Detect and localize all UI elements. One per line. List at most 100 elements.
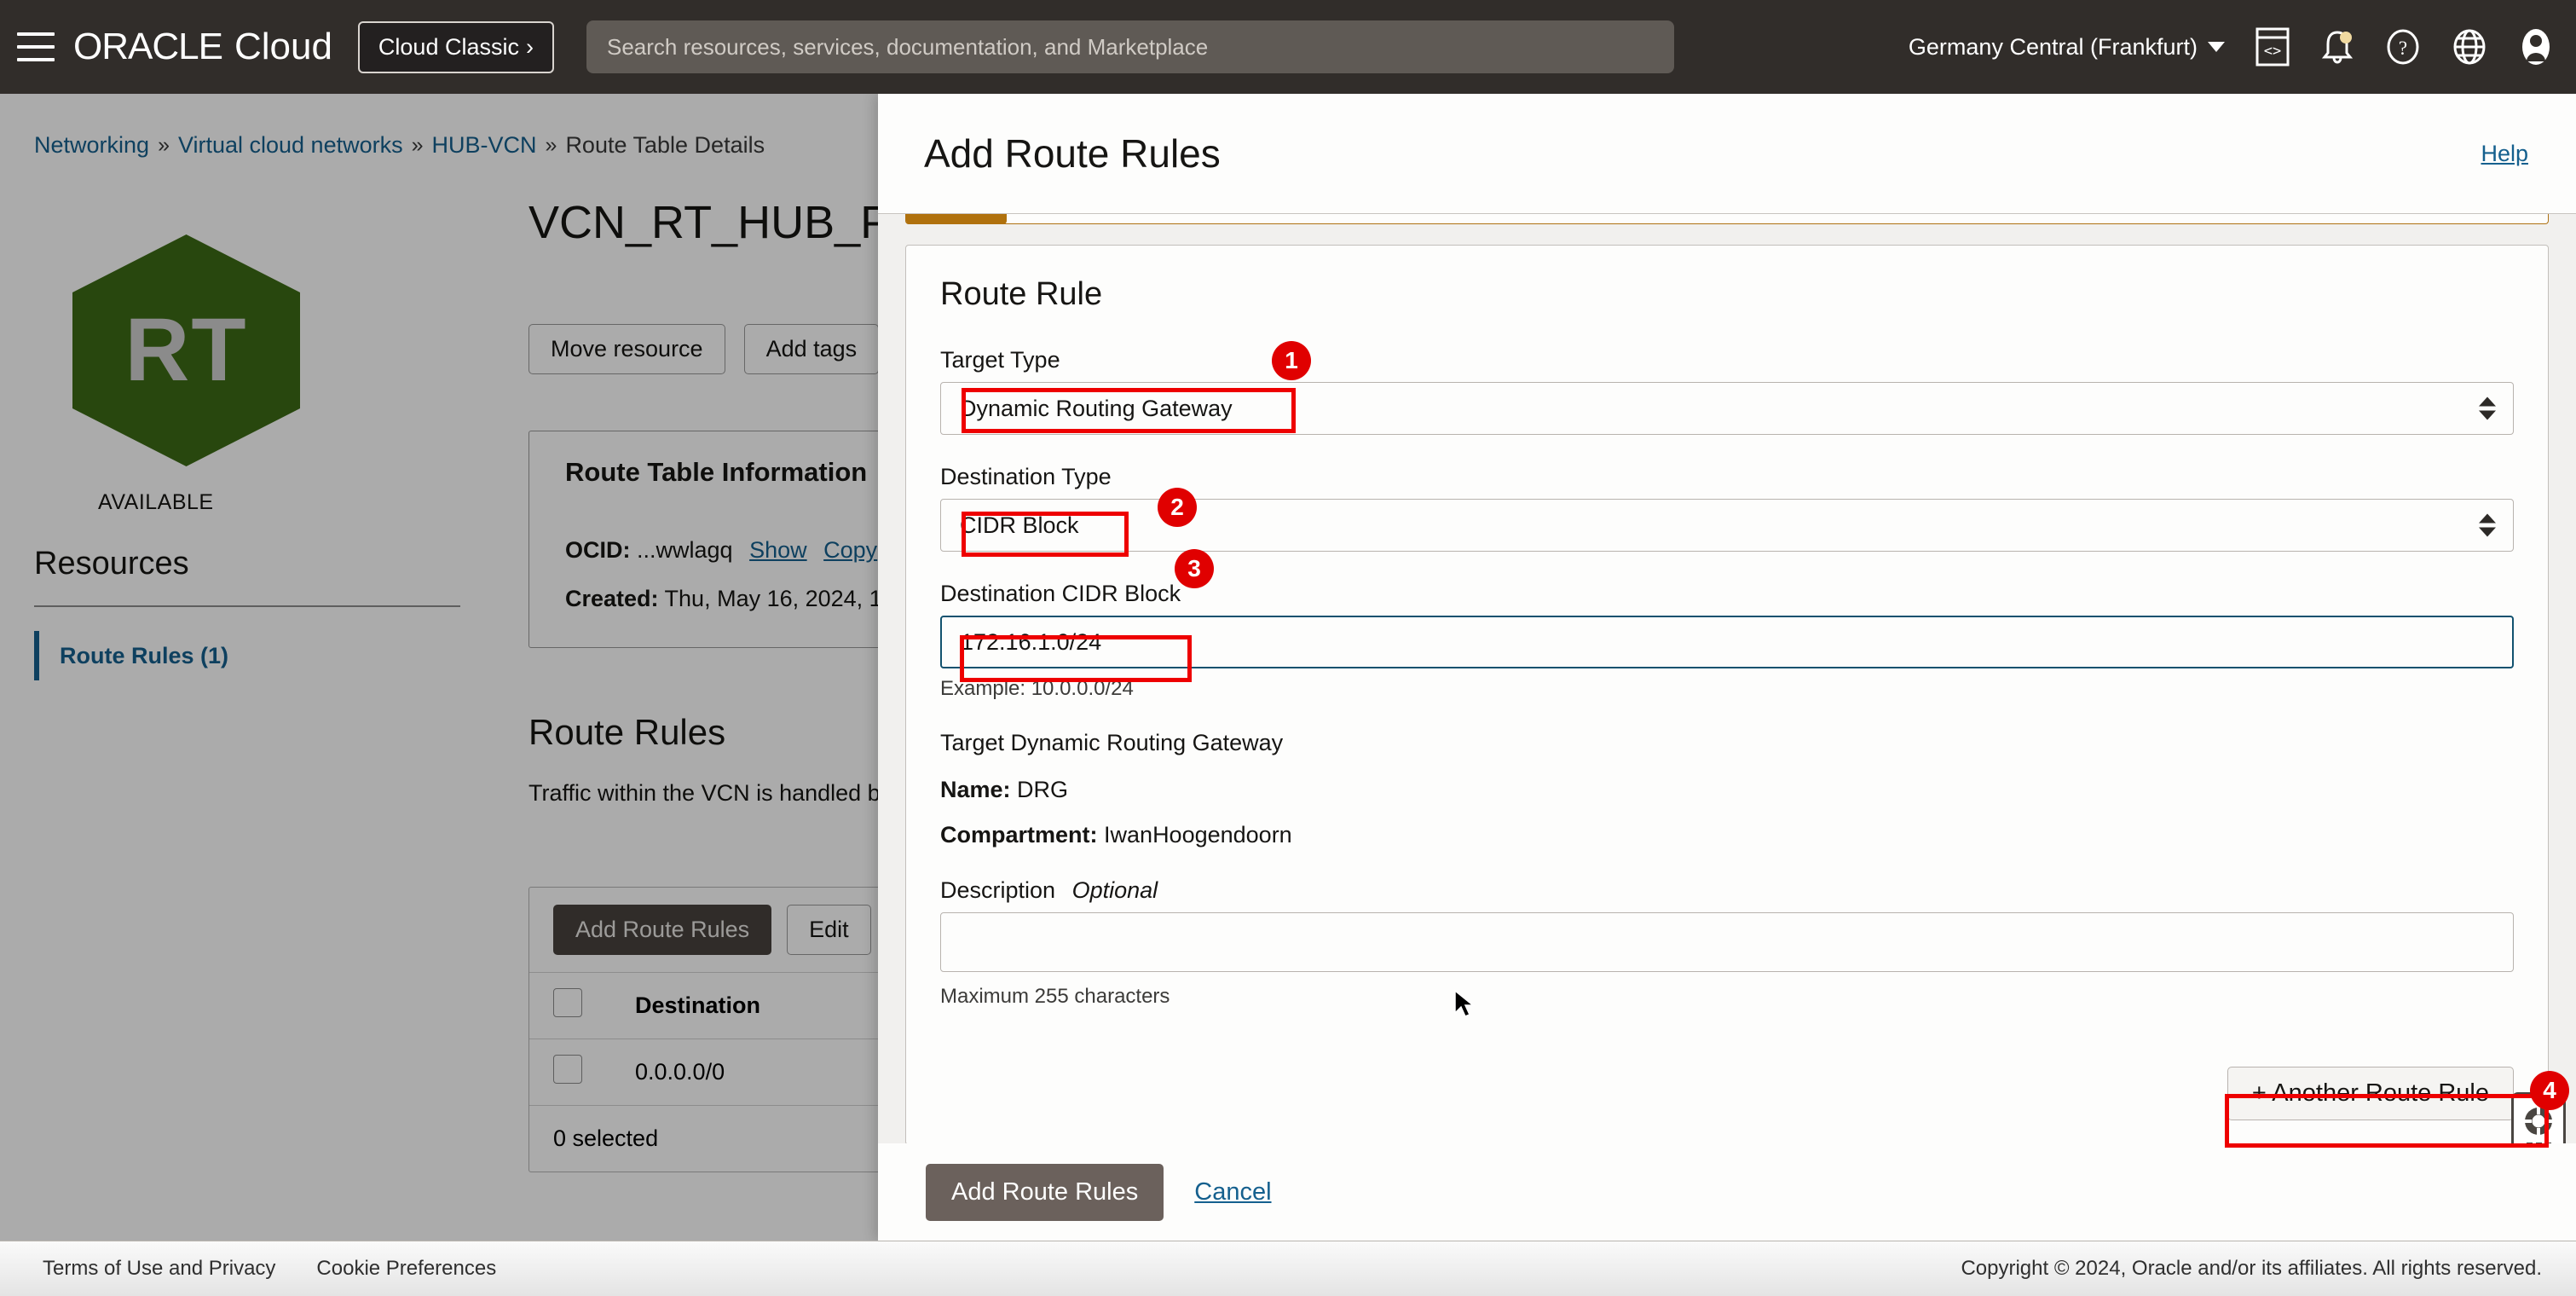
selected-count: 0 selected: [553, 1125, 658, 1152]
svg-text:<>: <>: [2264, 43, 2281, 60]
destination-cidr-input[interactable]: [940, 616, 2514, 668]
drg-compartment-value: IwanHoogendoorn: [1104, 822, 1292, 848]
drg-name-label: Name:: [940, 777, 1011, 802]
resource-hex-label: RT: [72, 234, 300, 466]
another-route-rule-button[interactable]: + Another Route Rule: [2227, 1067, 2514, 1120]
drg-compartment-label: Compartment:: [940, 822, 1098, 848]
footer-link-terms[interactable]: Terms of Use and Privacy: [43, 1257, 275, 1281]
another-rule-row: + Another Route Rule: [2227, 1067, 2514, 1120]
drg-compartment-line: Compartment: IwanHoogendoorn: [940, 822, 2514, 848]
sidebar-item-label: Route Rules (1): [60, 643, 228, 669]
description-optional-text: Optional: [1072, 877, 1158, 903]
cell-destination: 0.0.0.0/0: [635, 1059, 725, 1085]
edit-button[interactable]: Edit: [787, 905, 871, 955]
chevron-down-icon: [2208, 42, 2225, 52]
route-rule-card: Route Rule Target Type Dynamic Routing G…: [905, 245, 2549, 1143]
row-select-cell: [553, 1055, 635, 1090]
active-indicator: [34, 631, 39, 680]
drg-name-value: DRG: [1017, 777, 1068, 802]
resources-heading: Resources: [34, 546, 189, 582]
notifications-bell-icon[interactable]: [2320, 27, 2354, 67]
modal-help-link[interactable]: Help: [2481, 141, 2528, 167]
add-tags-button[interactable]: Add tags: [744, 324, 880, 374]
modal-title: Add Route Rules: [924, 130, 1221, 176]
menu-icon[interactable]: [17, 32, 55, 61]
resource-hex-badge: RT: [72, 234, 300, 466]
cloud-shell-icon[interactable]: <>: [2255, 27, 2290, 67]
route-rule-heading: Route Rule: [940, 276, 2514, 313]
region-selector[interactable]: Germany Central (Frankfurt): [1909, 34, 2225, 61]
select-all-checkbox[interactable]: [553, 988, 582, 1017]
brand-oracle-text: ORACLE: [73, 26, 222, 68]
description-helper: Maximum 255 characters: [940, 985, 2514, 1009]
destination-type-label: Destination Type: [940, 464, 2514, 490]
destination-type-value: CIDR Block: [960, 512, 1079, 539]
footer-link-cookies[interactable]: Cookie Preferences: [316, 1257, 496, 1281]
svg-text:?: ?: [2399, 38, 2407, 59]
ocid-value: ...wwlagq: [637, 537, 733, 563]
chevron-right-icon: ›: [526, 34, 534, 61]
description-label: Description Optional: [940, 877, 2514, 904]
destination-cidr-helper: Example: 10.0.0.0/24: [940, 677, 2514, 701]
footer-links: Terms of Use and Privacy Cookie Preferen…: [43, 1257, 496, 1281]
wizard-active-tab-indicator: [906, 213, 1007, 224]
footer-copyright: Copyright © 2024, Oracle and/or its affi…: [1961, 1257, 2542, 1281]
breadcrumb-item-vcns[interactable]: Virtual cloud networks: [178, 132, 403, 159]
breadcrumb-separator: »: [158, 133, 170, 158]
route-rules-desc-part1: Traffic within the VCN is handled b: [528, 780, 881, 806]
resources-divider: [34, 605, 460, 607]
page-title: VCN_RT_HUB_P: [528, 196, 891, 249]
wizard-tab-strip: [905, 214, 2549, 224]
help-question-icon[interactable]: ?: [2385, 27, 2421, 67]
oracle-cloud-logo: ORACLE Cloud: [73, 26, 332, 68]
description-label-text: Description: [940, 877, 1055, 903]
add-route-rules-panel: Add Route Rules Help Route Rule Target T…: [878, 94, 2576, 1241]
target-drg-heading: Target Dynamic Routing Gateway: [940, 730, 2514, 756]
breadcrumb: Networking » Virtual cloud networks » HU…: [34, 132, 765, 159]
modal-footer: Add Route Rules Cancel: [878, 1143, 2576, 1241]
status-badge: AVAILABLE: [98, 490, 214, 515]
breadcrumb-separator: »: [546, 133, 557, 158]
destination-cidr-label: Destination CIDR Block: [940, 581, 2514, 607]
created-value: Thu, May 16, 2024, 1: [665, 586, 882, 611]
ocid-copy-link[interactable]: Copy: [823, 537, 877, 563]
row-checkbox[interactable]: [553, 1055, 582, 1084]
ocid-show-link[interactable]: Show: [749, 537, 807, 563]
top-navigation-bar: ORACLE Cloud Cloud Classic › Germany Cen…: [0, 0, 2576, 94]
ocid-label: OCID:: [565, 537, 631, 563]
breadcrumb-item-networking[interactable]: Networking: [34, 132, 149, 159]
globe-language-icon[interactable]: [2452, 27, 2487, 67]
route-rules-heading: Route Rules: [528, 712, 725, 753]
region-label: Germany Central (Frankfurt): [1909, 34, 2198, 61]
cloud-classic-button[interactable]: Cloud Classic ›: [358, 21, 554, 73]
created-label: Created:: [565, 586, 659, 611]
move-resource-button[interactable]: Move resource: [528, 324, 725, 374]
top-nav-right-cluster: Germany Central (Frankfurt) <> ?: [1909, 26, 2554, 67]
brand-cloud-text: Cloud: [234, 26, 332, 68]
cloud-classic-label: Cloud Classic: [378, 34, 519, 61]
search-input[interactable]: [586, 20, 1674, 73]
breadcrumb-separator: »: [412, 133, 424, 158]
sidebar-item-route-rules[interactable]: Route Rules (1): [34, 631, 228, 680]
user-avatar-icon[interactable]: [2518, 26, 2554, 67]
drg-name-line: Name: DRG: [940, 777, 2514, 803]
description-textarea[interactable]: [940, 912, 2514, 972]
modal-header: Add Route Rules Help: [878, 94, 2576, 213]
chevron-updown-icon: [2479, 514, 2496, 537]
breadcrumb-item-current: Route Table Details: [565, 132, 765, 159]
modal-body: Route Rule Target Type Dynamic Routing G…: [878, 213, 2576, 1143]
target-type-value: Dynamic Routing Gateway: [960, 396, 1233, 422]
target-type-field[interactable]: Dynamic Routing Gateway: [940, 382, 2514, 435]
lifebuoy-icon: [2522, 1105, 2555, 1137]
add-route-rules-button[interactable]: Add Route Rules: [553, 905, 771, 955]
target-type-label: Target Type: [940, 347, 2514, 373]
select-all-cell: [553, 988, 635, 1023]
destination-type-field[interactable]: CIDR Block: [940, 499, 2514, 552]
submit-add-route-rules-button[interactable]: Add Route Rules: [926, 1164, 1164, 1221]
breadcrumb-item-hub-vcn[interactable]: HUB-VCN: [432, 132, 537, 159]
help-launcher-widget[interactable]: [2511, 1092, 2566, 1143]
cancel-link[interactable]: Cancel: [1194, 1178, 1271, 1206]
column-header-destination: Destination: [635, 992, 760, 1019]
chevron-updown-icon: [2479, 397, 2496, 420]
page-footer: Terms of Use and Privacy Cookie Preferen…: [0, 1241, 2576, 1296]
